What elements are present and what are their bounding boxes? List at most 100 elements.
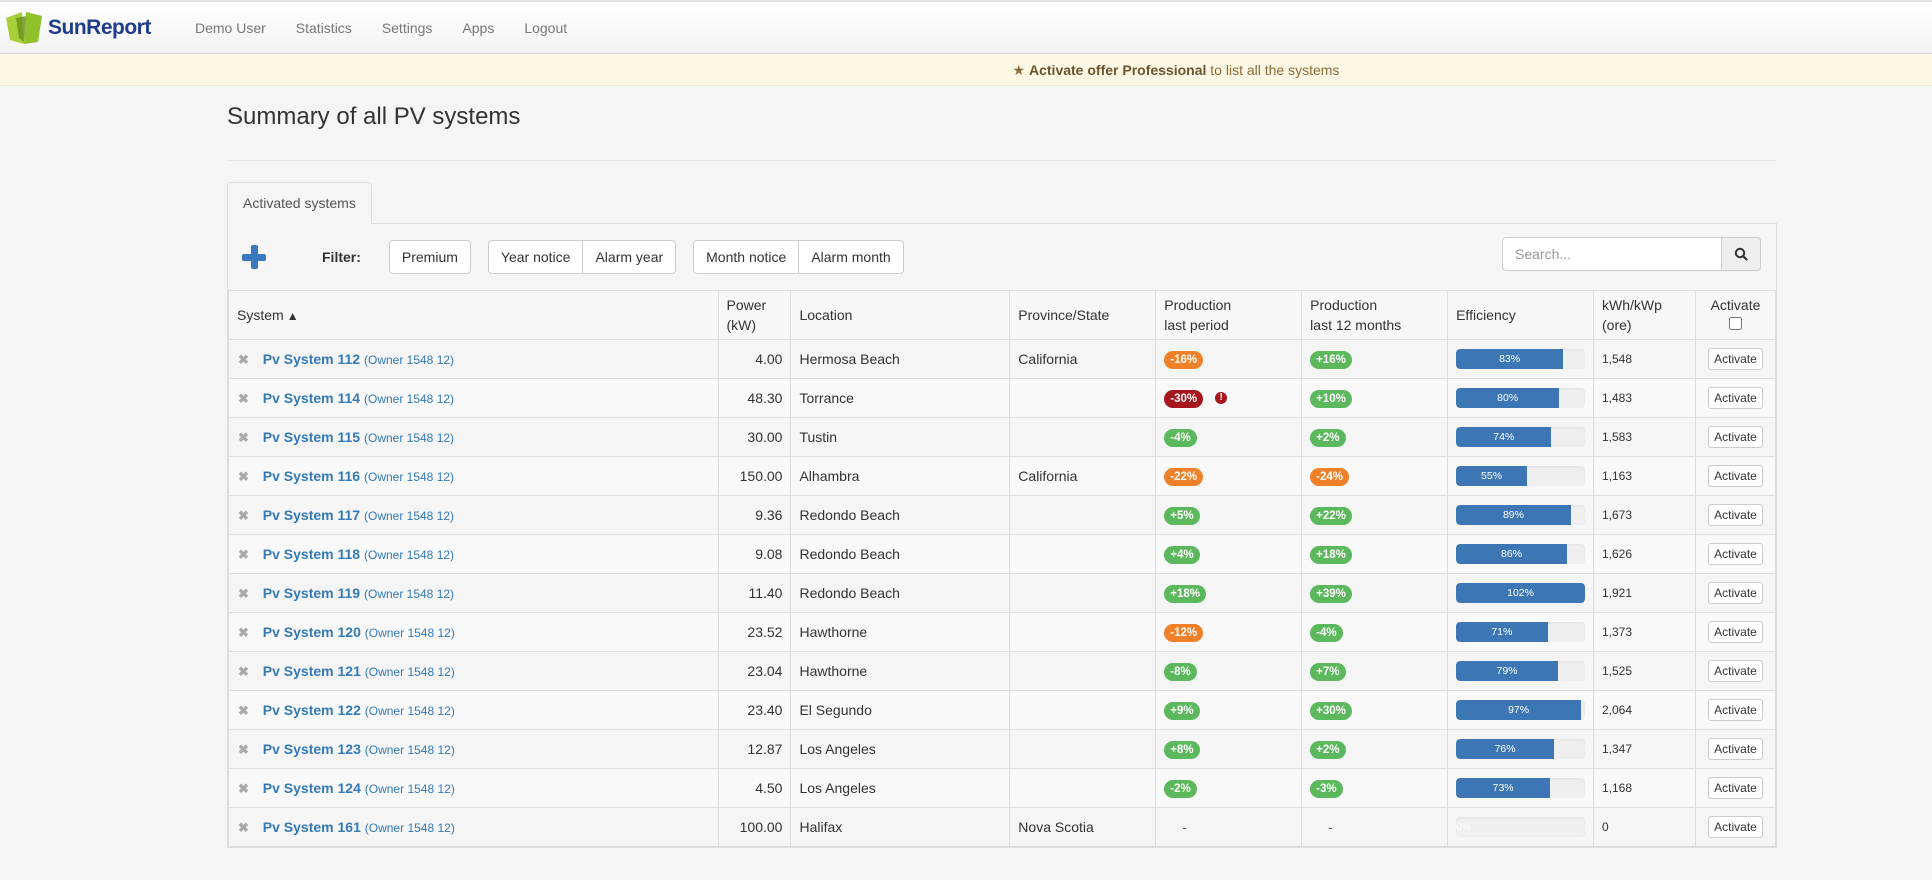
remove-icon[interactable]: ✖ — [238, 625, 249, 640]
owner-label[interactable]: (Owner 1548 12) — [364, 587, 454, 601]
header-prod-last-l1: Production — [1164, 297, 1232, 313]
filter-alarm-month-button[interactable]: Alarm month — [798, 240, 904, 274]
remove-icon[interactable]: ✖ — [238, 781, 249, 796]
activate-button[interactable]: Activate — [1708, 660, 1763, 682]
header-prod-last[interactable]: Production last period — [1155, 290, 1303, 340]
remove-icon[interactable]: ✖ — [238, 664, 249, 679]
brand-logo[interactable]: SunReport — [0, 8, 180, 48]
header-power[interactable]: Power (kW) — [717, 290, 792, 340]
owner-label[interactable]: (Owner 1548 12) — [365, 665, 455, 679]
header-prod-12[interactable]: Production last 12 months — [1301, 290, 1449, 340]
system-link[interactable]: Pv System 115 — [263, 429, 360, 445]
system-link[interactable]: Pv System 123 — [263, 741, 361, 757]
activate-button[interactable]: Activate — [1708, 504, 1763, 526]
efficiency-bar: 102% — [1456, 583, 1585, 603]
cell-kwh: 1,583 — [1593, 417, 1696, 457]
tab-activated-systems[interactable]: Activated systems — [227, 182, 372, 224]
activate-button[interactable]: Activate — [1708, 543, 1763, 565]
offer-link[interactable]: Activate offer Professional — [1029, 62, 1206, 78]
owner-label[interactable]: (Owner 1548 12) — [365, 782, 455, 796]
activate-button[interactable]: Activate — [1708, 621, 1763, 643]
remove-icon[interactable]: ✖ — [238, 586, 249, 601]
header-location[interactable]: Location — [790, 290, 1011, 340]
cell-activate: Activate — [1694, 456, 1777, 496]
cell-activate: Activate — [1694, 690, 1777, 730]
owner-label[interactable]: (Owner 1548 12) — [365, 704, 455, 718]
remove-icon[interactable]: ✖ — [238, 820, 249, 835]
activate-button[interactable]: Activate — [1708, 465, 1763, 487]
remove-icon[interactable]: ✖ — [238, 430, 249, 445]
system-link[interactable]: Pv System 161 — [263, 819, 361, 835]
activate-button[interactable]: Activate — [1708, 387, 1763, 409]
main-nav: Demo User Statistics Settings Apps Logou… — [180, 2, 582, 54]
header-province[interactable]: Province/State — [1009, 290, 1157, 340]
header-kwh[interactable]: kWh/kWp (ore) — [1593, 290, 1696, 340]
remove-icon[interactable]: ✖ — [238, 547, 249, 562]
activate-button[interactable]: Activate — [1708, 816, 1763, 838]
efficiency-bar: 80% — [1456, 388, 1560, 408]
system-link[interactable]: Pv System 122 — [263, 702, 361, 718]
owner-label[interactable]: (Owner 1548 12) — [365, 821, 455, 835]
remove-icon[interactable]: ✖ — [238, 703, 249, 718]
activate-all-checkbox[interactable] — [1728, 317, 1742, 330]
cell-location: Redondo Beach — [790, 495, 1011, 535]
search-button[interactable] — [1722, 237, 1761, 271]
search-icon — [1734, 247, 1748, 261]
prod-last-badge: -2% — [1164, 779, 1197, 798]
activate-button[interactable]: Activate — [1708, 582, 1763, 604]
owner-label[interactable]: (Owner 1548 12) — [365, 743, 455, 757]
cell-location: Torrance — [790, 378, 1011, 418]
cell-prod-last: -8% — [1155, 651, 1303, 691]
cell-kwh: 1,168 — [1593, 768, 1696, 808]
remove-icon[interactable]: ✖ — [238, 508, 249, 523]
tabs: Activated systems — [227, 182, 1777, 224]
nav-settings[interactable]: Settings — [367, 2, 448, 54]
nav-apps[interactable]: Apps — [447, 2, 509, 54]
owner-label[interactable]: (Owner 1548 12) — [364, 392, 454, 406]
system-link[interactable]: Pv System 124 — [263, 780, 361, 796]
cell-province — [1009, 651, 1157, 691]
system-link[interactable]: Pv System 114 — [263, 390, 360, 406]
cell-efficiency: 89% — [1447, 495, 1594, 535]
remove-icon[interactable]: ✖ — [238, 391, 249, 406]
remove-icon[interactable]: ✖ — [238, 469, 249, 484]
efficiency-progress: 97% — [1456, 700, 1585, 720]
activate-button[interactable]: Activate — [1708, 699, 1763, 721]
efficiency-progress: 102% — [1456, 583, 1585, 603]
cell-prod-12: +2% — [1301, 417, 1449, 457]
plus-icon[interactable] — [242, 245, 266, 269]
remove-icon[interactable]: ✖ — [238, 352, 249, 367]
owner-label[interactable]: (Owner 1548 12) — [364, 470, 454, 484]
filter-premium-button[interactable]: Premium — [388, 240, 471, 274]
cell-kwh: 2,064 — [1593, 690, 1696, 730]
nav-statistics[interactable]: Statistics — [281, 2, 367, 54]
header-system[interactable]: System ▲ — [228, 290, 719, 340]
filter-month-notice-button[interactable]: Month notice — [693, 240, 800, 274]
nav-demo-user[interactable]: Demo User — [180, 2, 281, 54]
cell-location: El Segundo — [790, 690, 1011, 730]
activate-button[interactable]: Activate — [1708, 777, 1763, 799]
owner-label[interactable]: (Owner 1548 12) — [364, 431, 454, 445]
system-link[interactable]: Pv System 116 — [263, 468, 360, 484]
system-link[interactable]: Pv System 121 — [263, 663, 361, 679]
system-link[interactable]: Pv System 112 — [263, 351, 360, 367]
system-link[interactable]: Pv System 117 — [263, 507, 360, 523]
page-title: Summary of all PV systems — [227, 103, 521, 130]
header-efficiency[interactable]: Efficiency — [1447, 290, 1594, 340]
owner-label[interactable]: (Owner 1548 12) — [364, 548, 454, 562]
owner-label[interactable]: (Owner 1548 12) — [364, 353, 454, 367]
table-row: ✖ Pv System 161 (Owner 1548 12) 100.00 H… — [228, 807, 1777, 847]
activate-button[interactable]: Activate — [1708, 426, 1763, 448]
search-input[interactable] — [1502, 237, 1722, 271]
owner-label[interactable]: (Owner 1548 12) — [365, 626, 455, 640]
filter-year-notice-button[interactable]: Year notice — [487, 240, 584, 274]
system-link[interactable]: Pv System 119 — [263, 585, 360, 601]
nav-logout[interactable]: Logout — [509, 2, 582, 54]
activate-button[interactable]: Activate — [1708, 738, 1763, 760]
owner-label[interactable]: (Owner 1548 12) — [364, 509, 454, 523]
filter-alarm-year-button[interactable]: Alarm year — [582, 240, 677, 274]
system-link[interactable]: Pv System 120 — [263, 624, 361, 640]
remove-icon[interactable]: ✖ — [238, 742, 249, 757]
system-link[interactable]: Pv System 118 — [263, 546, 360, 562]
activate-button[interactable]: Activate — [1708, 348, 1763, 370]
